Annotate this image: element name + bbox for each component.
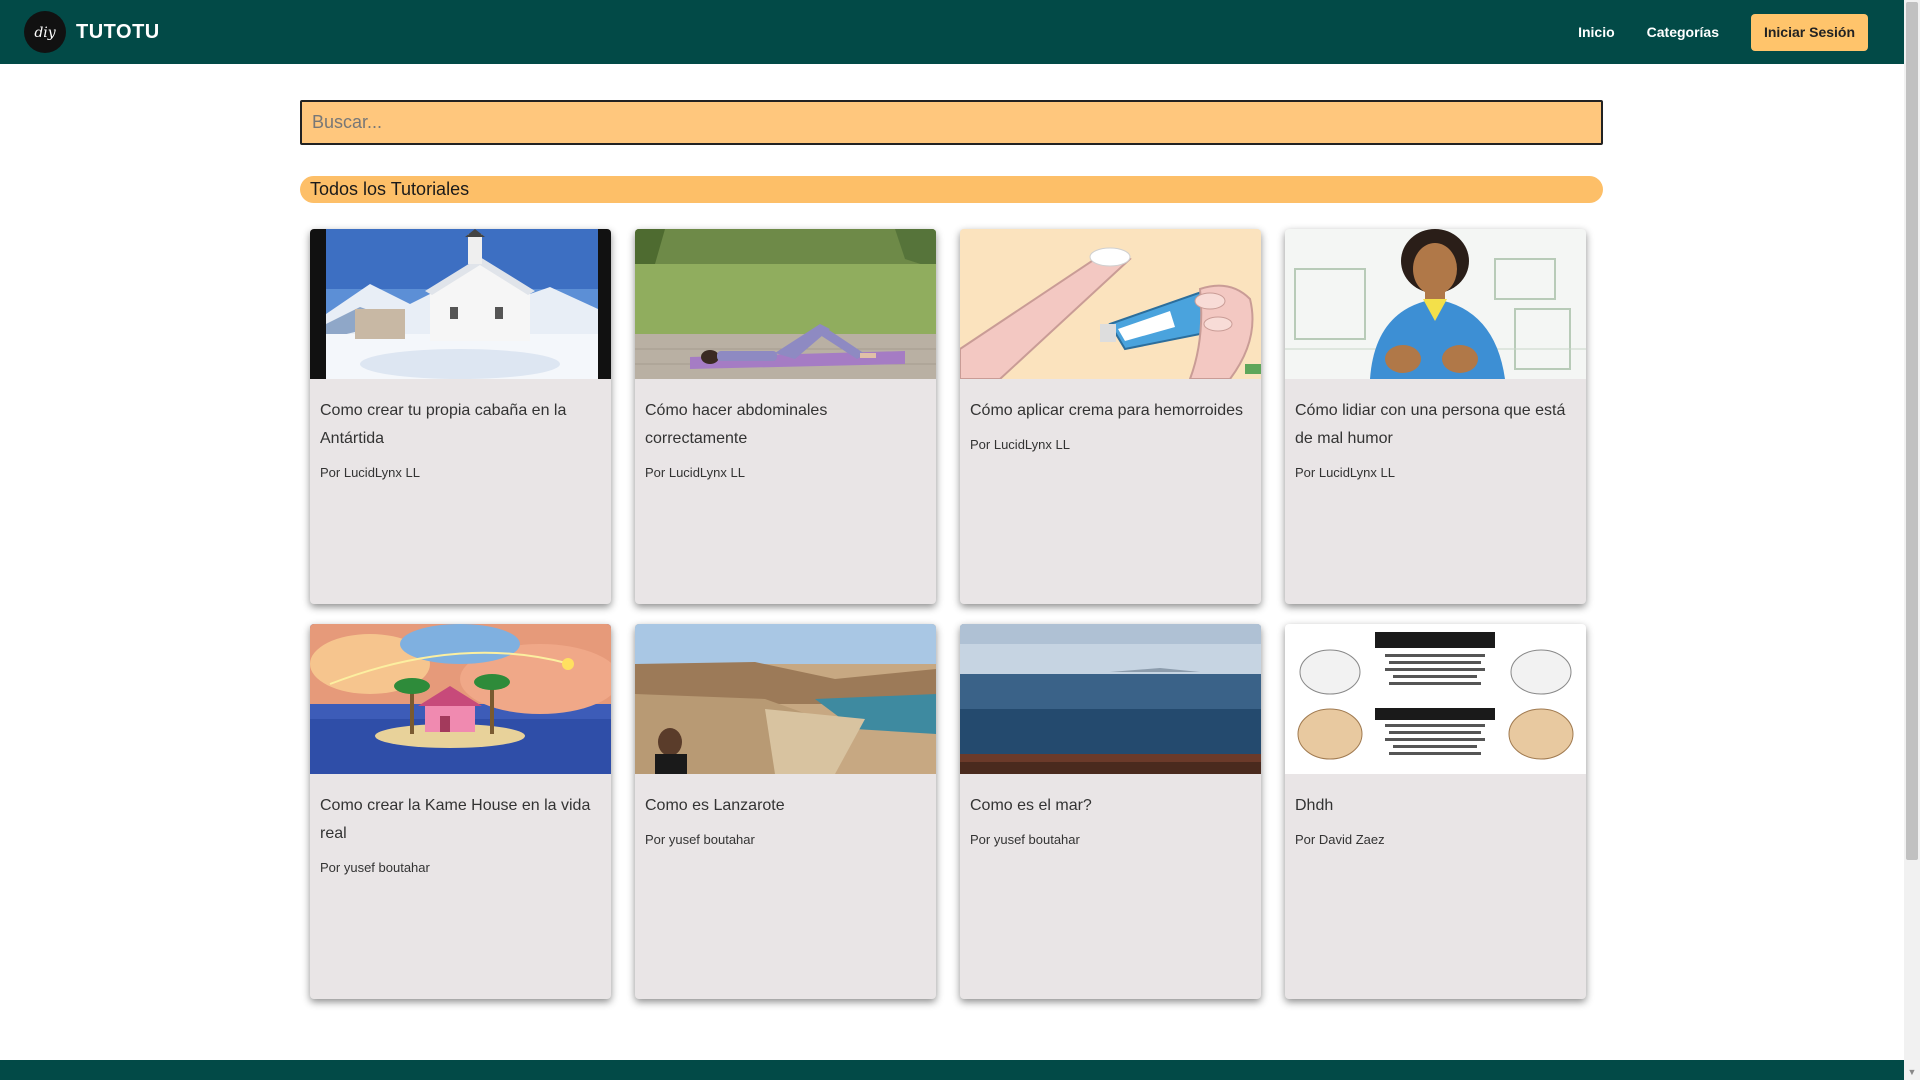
- tutorial-thumbnail-woman[interactable]: [1285, 229, 1586, 379]
- tutorial-title[interactable]: Cómo aplicar crema para hemorroides: [970, 397, 1251, 425]
- tutorial-thumbnail-snow-chapel[interactable]: [310, 229, 611, 379]
- tutorial-thumbnail-yoga[interactable]: [635, 229, 936, 379]
- scrollbar-thumb[interactable]: [1906, 2, 1918, 860]
- section-title: Todos los Tutoriales: [300, 176, 1603, 203]
- tutorial-thumbnail-cream[interactable]: [960, 229, 1261, 379]
- tutorial-author: Por David Zaez: [1295, 832, 1385, 847]
- tutorial-card[interactable]: Como crear tu propia cabaña en la Antárt…: [310, 229, 611, 604]
- tutorial-grid: Como crear tu propia cabaña en la Antárt…: [310, 229, 1586, 999]
- tutorial-author: Por LucidLynx LL: [645, 465, 745, 480]
- tutorial-title[interactable]: Como crear tu propia cabaña en la Antárt…: [320, 397, 601, 453]
- svg-text:diy: diy: [34, 25, 56, 41]
- tutorial-thumbnail-meme[interactable]: [1285, 624, 1586, 774]
- login-button[interactable]: Iniciar Sesión: [1751, 13, 1868, 51]
- nav-link-inicio[interactable]: Inicio: [1578, 24, 1615, 40]
- tutorial-card[interactable]: Dhdh Por David Zaez: [1285, 624, 1586, 999]
- tutorial-thumbnail-lanzarote[interactable]: [635, 624, 936, 774]
- footer: [0, 1060, 1904, 1080]
- navbar: diy TUTOTU Inicio Categorías Iniciar Ses…: [0, 0, 1904, 64]
- logo-icon[interactable]: diy: [24, 11, 66, 53]
- nav-links: Inicio Categorías Iniciar Sesión: [1578, 13, 1868, 51]
- tutorial-card[interactable]: Cómo lidiar con una persona que está de …: [1285, 229, 1586, 604]
- scrollbar[interactable]: ▼: [1904, 0, 1920, 1080]
- tutorial-thumbnail-sea[interactable]: [960, 624, 1261, 774]
- tutorial-author: Por yusef boutahar: [645, 832, 755, 847]
- tutorial-card[interactable]: Como es el mar? Por yusef boutahar: [960, 624, 1261, 999]
- tutorial-card[interactable]: Como crear la Kame House en la vida real…: [310, 624, 611, 999]
- search-input[interactable]: [300, 100, 1603, 145]
- brand-name[interactable]: TUTOTU: [76, 21, 160, 44]
- tutorial-author: Por yusef boutahar: [970, 832, 1080, 847]
- tutorial-author: Por LucidLynx LL: [1295, 465, 1395, 480]
- tutorial-title[interactable]: Como es Lanzarote: [645, 792, 926, 820]
- tutorial-title[interactable]: Como crear la Kame House en la vida real: [320, 792, 601, 848]
- tutorial-title[interactable]: Como es el mar?: [970, 792, 1251, 820]
- tutorial-thumbnail-island[interactable]: [310, 624, 611, 774]
- tutorial-author: Por LucidLynx LL: [970, 437, 1070, 452]
- tutorial-card[interactable]: Como es Lanzarote Por yusef boutahar: [635, 624, 936, 999]
- nav-link-categorias[interactable]: Categorías: [1647, 24, 1719, 40]
- tutorial-author: Por yusef boutahar: [320, 860, 430, 875]
- tutorial-title[interactable]: Cómo hacer abdominales correctamente: [645, 397, 926, 453]
- tutorial-title[interactable]: Dhdh: [1295, 792, 1576, 820]
- tutorial-card[interactable]: Cómo aplicar crema para hemorroides Por …: [960, 229, 1261, 604]
- tutorial-title[interactable]: Cómo lidiar con una persona que está de …: [1295, 397, 1576, 453]
- brand[interactable]: diy TUTOTU: [24, 11, 160, 53]
- tutorial-author: Por LucidLynx LL: [320, 465, 420, 480]
- tutorial-card[interactable]: Cómo hacer abdominales correctamente Por…: [635, 229, 936, 604]
- scroll-down-icon[interactable]: ▼: [1904, 1064, 1920, 1080]
